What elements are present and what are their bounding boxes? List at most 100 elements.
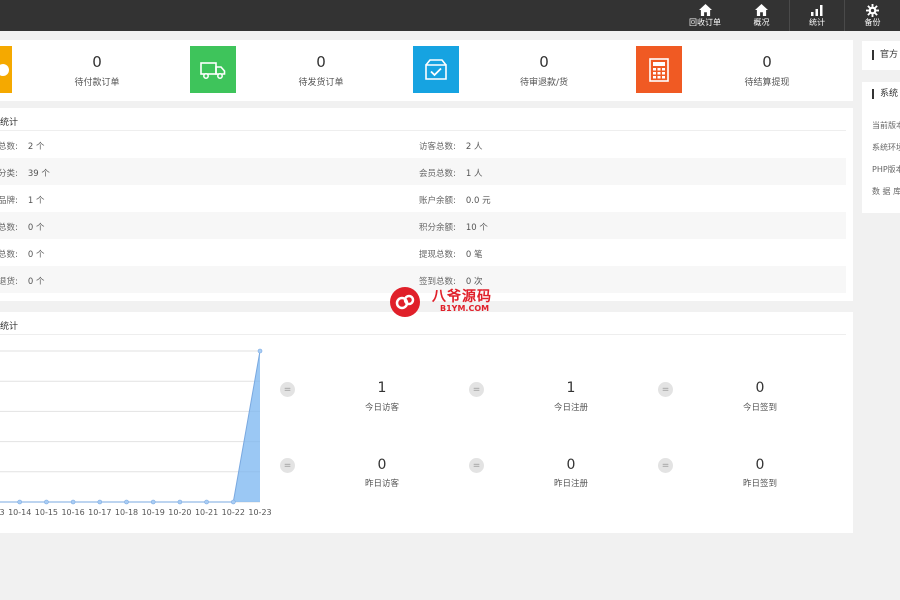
x-tick-label: 10-16 — [61, 508, 84, 517]
system-info-line: 系统环境 — [872, 143, 900, 152]
panel-title: 系统 — [872, 89, 898, 99]
x-tick-label: 10-15 — [35, 508, 58, 517]
nav-label: 统计 — [809, 18, 825, 27]
home-icon — [755, 3, 768, 17]
data-point — [70, 499, 76, 505]
bar-chart-icon — [811, 3, 823, 17]
kpi-label: 昨日注册 — [553, 479, 588, 489]
stat-label: 总数: — [0, 250, 18, 260]
x-tick-label: 10-21 — [195, 508, 218, 517]
home-icon — [698, 3, 712, 17]
data-point — [150, 499, 156, 505]
divider — [0, 334, 846, 335]
data-point — [17, 499, 23, 505]
kpi-label: 昨日访客 — [364, 479, 399, 489]
kpi-toggle-button[interactable]: = — [280, 382, 295, 397]
stat-value: 0 笔 — [465, 250, 483, 260]
stat-value: 39 个 — [27, 169, 50, 179]
kpi-value: 1 — [377, 380, 387, 396]
stat-value: 0 个 — [27, 277, 45, 287]
kpi-value: 1 — [566, 380, 576, 396]
system-info-line: 数 据 库 — [872, 187, 900, 196]
stat-value: 1 人 — [465, 169, 483, 179]
calculator-icon — [636, 46, 682, 93]
stat-value: 1 个 — [27, 196, 45, 206]
money-icon — [0, 46, 12, 93]
stat-label: 分类: — [0, 169, 18, 179]
data-point — [44, 499, 49, 505]
kpi-label: 昨日签到 — [742, 479, 777, 489]
kpi-label: 今日签到 — [742, 403, 777, 413]
stats-row: 分类: 39 个 会员总数: 1 人 — [0, 158, 846, 185]
stat-label: 访客总数: — [419, 142, 456, 152]
stat-label: 提现总数: — [419, 250, 456, 260]
site-stats-panel: 统计 总数: 2 个 访客总数: 2 人 分类: 39 个 会员总数: 1 人 品牌: 1… — [0, 108, 853, 301]
watermark-logo-icon — [390, 287, 420, 317]
kpi-label: 今日访客 — [364, 403, 399, 413]
x-tick-label: 10-13 — [0, 508, 5, 517]
data-point — [257, 348, 263, 354]
official-panel: 官方 — [862, 41, 900, 70]
stat-value: 0.0 元 — [465, 196, 491, 206]
kpi-toggle-button[interactable]: = — [469, 458, 484, 473]
nav-statistics[interactable]: 统计 — [789, 0, 844, 31]
stats-row: 总数: 0 个 积分余额: 10 个 — [0, 212, 846, 239]
pending-refund-count: 0 — [539, 53, 549, 71]
watermark: 八爷源码 B1YM.COM — [390, 286, 510, 318]
x-tick-label: 10-20 — [168, 508, 191, 517]
x-tick-label: 10-17 — [88, 508, 111, 517]
kpi-label: 今日注册 — [553, 403, 588, 413]
stat-value: 2 人 — [465, 142, 483, 152]
watermark-text: 八爷源码 — [432, 289, 492, 305]
kpi-value: 0 — [755, 380, 765, 396]
kpi-toggle-button[interactable]: = — [280, 458, 295, 473]
nav-recycle-orders[interactable]: 回收订单 — [676, 0, 734, 31]
kpi-value: 0 — [377, 457, 387, 473]
nav-label: 概况 — [753, 18, 770, 27]
stats-row: 总数: 0 个 提现总数: 0 笔 — [0, 239, 846, 266]
nav-backup[interactable]: 备份 — [844, 0, 900, 31]
stat-label: 积分余额: — [419, 223, 456, 233]
pending-refund-label[interactable]: 待审退款/货 — [474, 75, 614, 88]
stats-row: 品牌: 1 个 账户余额: 0.0 元 — [0, 185, 846, 212]
nav-overview[interactable]: 概况 — [734, 0, 789, 31]
truck-icon — [190, 46, 236, 93]
section-title: 统计 — [0, 118, 19, 128]
stat-label: 会员总数: — [419, 169, 456, 179]
stats-row: 总数: 2 个 访客总数: 2 人 — [0, 131, 846, 158]
kpi-toggle-button[interactable]: = — [658, 382, 673, 397]
series-line — [0, 350, 261, 503]
section-title: 统计 — [0, 322, 19, 332]
nav-label: 回收订单 — [689, 18, 721, 27]
pending-shipment-label[interactable]: 待发货订单 — [251, 75, 391, 88]
check-box-icon — [413, 46, 459, 93]
x-tick-label: 10-18 — [115, 508, 138, 517]
stat-value: 0 个 — [27, 250, 45, 260]
x-tick-label: 10-14 — [8, 508, 31, 517]
watermark-domain: B1YM.COM — [440, 304, 490, 313]
gear-icon — [866, 3, 879, 17]
stat-value: 2 个 — [27, 142, 45, 152]
kpi-toggle-button[interactable]: = — [469, 382, 484, 397]
stat-value: 0 个 — [27, 223, 45, 233]
data-point — [177, 499, 183, 505]
stat-label: 账户余额: — [419, 196, 456, 206]
visitor-trend-chart: 10-1310-14 10-1510-16 10-17 10-18 10-1910-20… — [0, 348, 272, 517]
top-bar: 回收订单 概况 统计 备份 — [0, 0, 900, 31]
kpi-value: 0 — [566, 457, 576, 473]
x-tick-label: 10-19 — [142, 508, 165, 517]
top-nav: 回收订单 概况 统计 备份 — [676, 0, 900, 31]
kpi-value: 0 — [755, 457, 765, 473]
x-tick-label: 10-22 — [222, 508, 245, 517]
panel-title: 官方 — [872, 50, 898, 60]
data-point — [231, 499, 236, 505]
stat-label: 总数: — [0, 142, 18, 152]
pending-shipment-count: 0 — [316, 53, 326, 71]
stat-value: 10 个 — [465, 223, 488, 233]
nav-label: 备份 — [864, 18, 881, 27]
data-point — [124, 499, 129, 505]
kpi-toggle-button[interactable]: = — [658, 458, 673, 473]
system-info-panel: 系统 当前版本 系统环境 PHP版本 数 据 库 — [862, 82, 900, 213]
pending-withdrawal-label[interactable]: 待结算提现 — [697, 75, 837, 88]
pending-payment-label[interactable]: 待付款订单 — [27, 75, 167, 88]
